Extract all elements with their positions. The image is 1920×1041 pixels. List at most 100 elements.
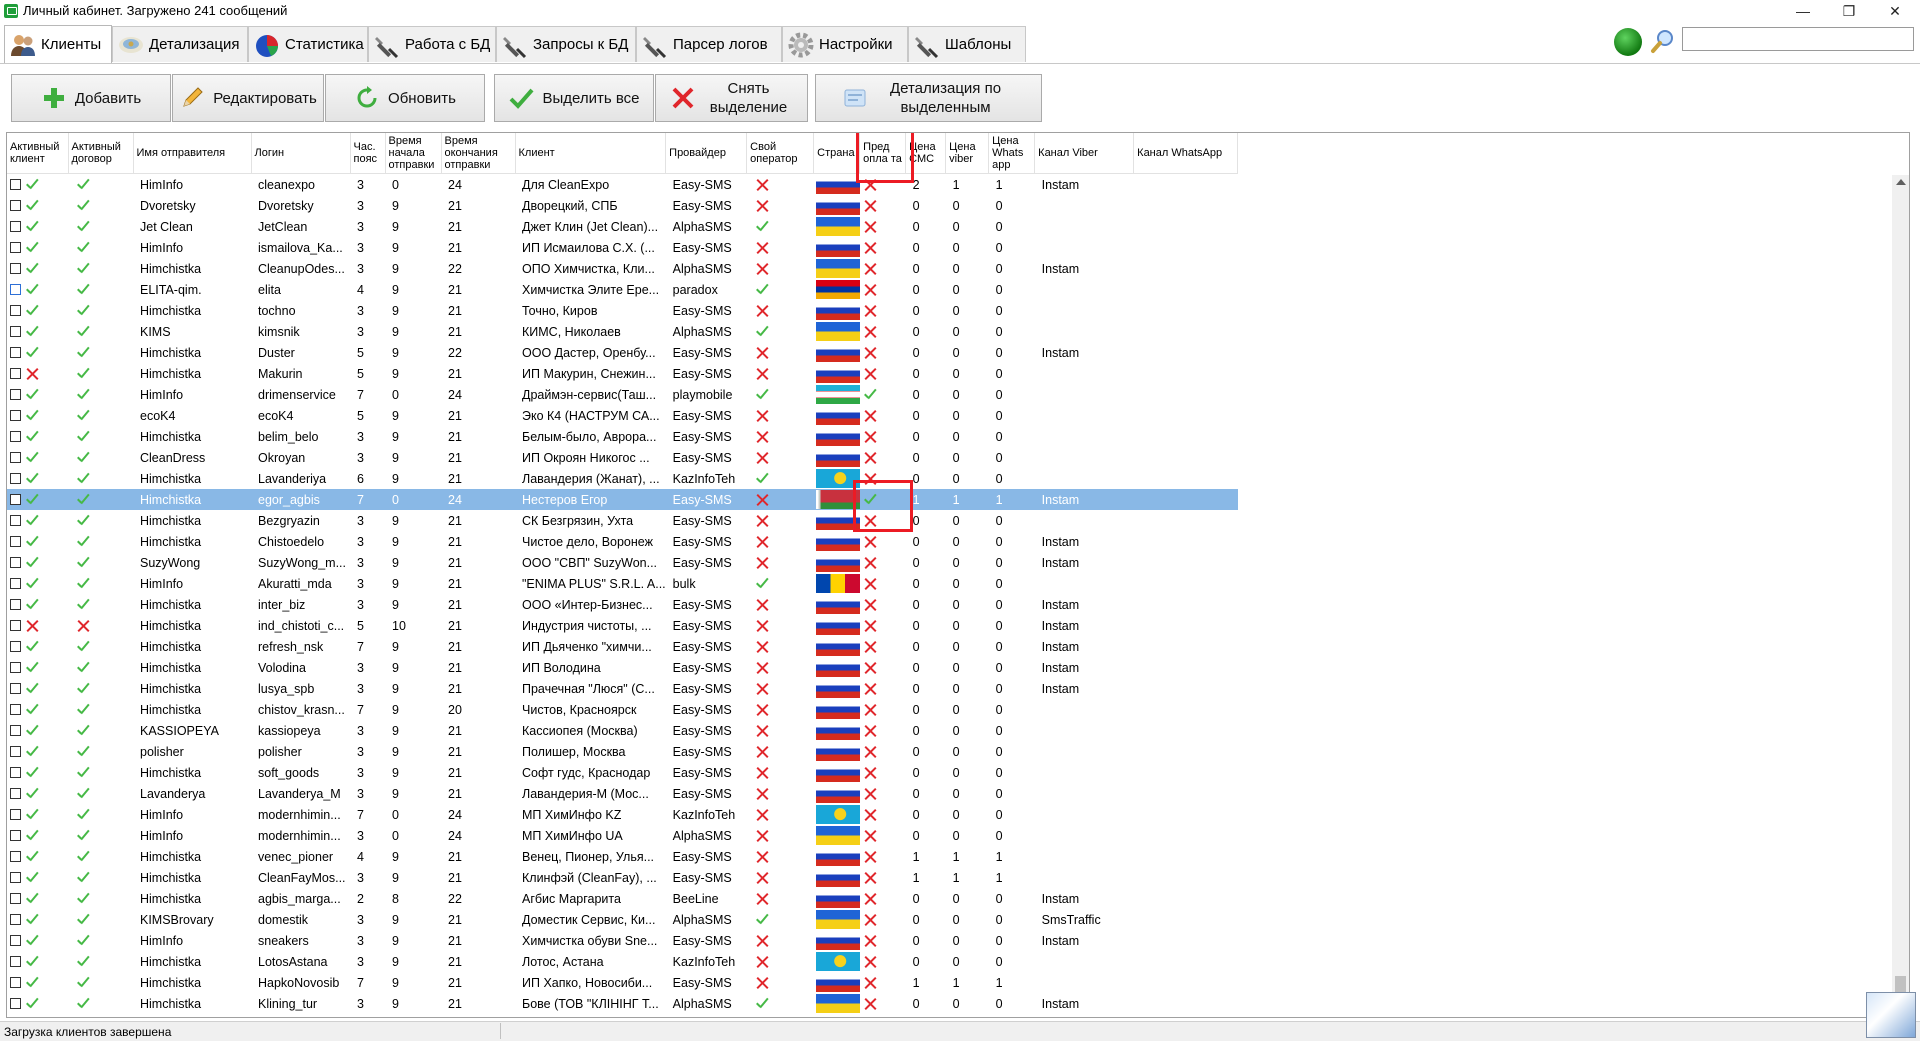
row-checkbox[interactable] <box>10 956 21 968</box>
table-row[interactable]: HimInfo cleanexpo 3 0 24 Для CleanExpo Easy-SM… <box>7 174 1238 196</box>
row-checkbox[interactable] <box>10 683 21 695</box>
table-row[interactable]: HimInfo modernhimin... 3 0 24 МП ХимИнфо UA Al… <box>7 825 1238 846</box>
row-checkbox[interactable] <box>10 641 21 653</box>
column-header[interactable]: Активный клиент <box>7 133 69 174</box>
column-header[interactable]: Цена viber <box>945 133 990 174</box>
row-checkbox[interactable] <box>10 263 21 275</box>
row-checkbox[interactable] <box>10 242 21 254</box>
row-checkbox[interactable] <box>10 431 21 443</box>
vertical-scrollbar[interactable] <box>1892 175 1909 1017</box>
row-checkbox[interactable] <box>10 368 21 380</box>
table-row[interactable]: HimInfo sneakers 3 9 21 Химчистка обуви Sne..… <box>7 930 1238 951</box>
row-checkbox[interactable] <box>10 704 21 716</box>
table-row[interactable]: Himchistka soft_goods 3 9 21 Софт гудс, Красн… <box>7 762 1238 783</box>
row-checkbox[interactable] <box>10 935 21 947</box>
edit-button[interactable]: Редактировать <box>172 74 324 122</box>
table-row[interactable]: ecoK4 ecoK4 5 9 21 Эко К4 (НАСТРУМ СА... Easy-… <box>7 405 1238 426</box>
row-checkbox[interactable] <box>10 494 21 506</box>
column-header[interactable]: Цена Whats app <box>988 133 1036 174</box>
row-checkbox[interactable] <box>10 725 21 737</box>
table-row[interactable]: Himchistka Bezgryazin 3 9 21 СК Безгрязин, Ух… <box>7 510 1238 531</box>
row-checkbox[interactable] <box>10 347 21 359</box>
row-checkbox[interactable] <box>10 893 21 905</box>
table-row[interactable]: HimInfo drimenservice 7 0 24 Драймэн-сервис(Т… <box>7 384 1238 405</box>
column-header[interactable]: Канал Viber <box>1034 133 1135 174</box>
table-row[interactable]: KIMSBrovary domestik 3 9 21 Доместик Сервис, … <box>7 909 1238 930</box>
minimize-button[interactable]: — <box>1780 0 1826 22</box>
table-row[interactable]: Himchistka inter_biz 3 9 21 ООО «Интер-Бизнес… <box>7 594 1238 615</box>
tab-db-queries[interactable]: Запросы к БД <box>496 26 636 62</box>
table-row[interactable]: KIMS kimsnik 3 9 21 КИМС, Николаев AlphaSMS 0 0 0 <box>7 321 1238 342</box>
row-checkbox[interactable] <box>10 305 21 317</box>
table-row[interactable]: HimInfo modernhimin... 7 0 24 МП ХимИнфо KZ Ka… <box>7 804 1238 825</box>
table-row[interactable]: Dvoretsky Dvoretsky 3 9 21 Дворецкий, СПБ Easy… <box>7 195 1238 216</box>
row-checkbox[interactable] <box>10 179 21 191</box>
row-checkbox[interactable] <box>10 788 21 800</box>
table-row[interactable]: Himchistka egor_agbis 7 0 24 Нестеров Егор Eas… <box>7 489 1238 510</box>
column-header[interactable]: Время окончания отправки <box>441 133 516 174</box>
row-checkbox[interactable] <box>10 410 21 422</box>
tab-templates[interactable]: Шаблоны <box>908 26 1026 62</box>
table-row[interactable]: Himchistka belim_belo 3 9 21 Белым-было, Авро… <box>7 426 1238 447</box>
tab-statistics[interactable]: Статистика <box>248 26 368 62</box>
row-checkbox[interactable] <box>10 326 21 338</box>
row-checkbox[interactable] <box>10 998 21 1010</box>
table-row[interactable]: Himchistka CleanFayMos... 3 9 21 Клинфэй (Cle… <box>7 867 1238 888</box>
row-checkbox[interactable] <box>10 914 21 926</box>
row-checkbox[interactable] <box>10 746 21 758</box>
tab-db-work[interactable]: Работа с БД <box>368 26 496 62</box>
search-icon[interactable] <box>1650 28 1676 54</box>
row-checkbox[interactable] <box>10 473 21 485</box>
row-checkbox[interactable] <box>10 977 21 989</box>
row-checkbox[interactable] <box>10 830 21 842</box>
table-row[interactable]: Himchistka ind_chistoti_c... 5 10 21 Индустри… <box>7 615 1238 636</box>
detail-selected-button[interactable]: Детализация по выделенным <box>815 74 1042 122</box>
table-row[interactable]: Himchistka Lavanderiya 6 9 21 Лавандерия (Жан… <box>7 468 1238 489</box>
search-input[interactable] <box>1682 27 1914 51</box>
tab-settings[interactable]: Настройки <box>782 26 908 62</box>
table-row[interactable]: Himchistka Makurin 5 9 21 ИП Макурин, Снежин.… <box>7 363 1238 384</box>
row-checkbox[interactable] <box>10 284 21 296</box>
row-checkbox[interactable] <box>10 515 21 527</box>
row-checkbox[interactable] <box>10 662 21 674</box>
table-row[interactable]: SuzyWong SuzyWong_m... 3 9 21 ООО "СВП" SuzyW… <box>7 552 1238 573</box>
row-checkbox[interactable] <box>10 767 21 779</box>
row-checkbox[interactable] <box>10 809 21 821</box>
row-checkbox[interactable] <box>10 599 21 611</box>
row-checkbox[interactable] <box>10 557 21 569</box>
deselect-button[interactable]: Снять выделение <box>655 74 808 122</box>
column-header[interactable]: Время начала отправки <box>385 133 442 174</box>
row-checkbox[interactable] <box>10 389 21 401</box>
table-row[interactable]: Himchistka HapkoNovosib 7 9 21 ИП Хапко, Ново… <box>7 972 1238 993</box>
row-checkbox[interactable] <box>10 620 21 632</box>
row-checkbox[interactable] <box>10 851 21 863</box>
table-row[interactable]: ELITA-qim. elita 4 9 21 Химчистка Элите Ере..… <box>7 279 1238 300</box>
row-checkbox[interactable] <box>10 200 21 212</box>
scroll-up-icon[interactable] <box>1896 179 1906 185</box>
table-row[interactable]: Himchistka CleanupOdes... 3 9 22 ОПО Химчистк… <box>7 258 1238 279</box>
table-row[interactable]: Himchistka tochno 3 9 21 Точно, Киров Easy-SMS… <box>7 300 1238 321</box>
tab-details[interactable]: Детализация <box>112 26 248 62</box>
column-header[interactable]: Провайдер <box>665 133 748 174</box>
column-header[interactable]: Страна <box>813 133 861 174</box>
column-header[interactable]: Канал WhatsApp <box>1133 133 1239 174</box>
table-row[interactable]: KASSIOPEYA kassiopeya 3 9 21 Кассиопея (Москв… <box>7 720 1238 741</box>
table-row[interactable]: Lavanderya Lavanderya_M 3 9 21 Лавандерия-М (… <box>7 783 1238 804</box>
tab-clients[interactable]: Клиенты <box>4 25 112 63</box>
column-header[interactable]: Час. пояс <box>350 133 386 174</box>
table-row[interactable]: polisher polisher 3 9 21 Полишер, Москва Easy-… <box>7 741 1238 762</box>
table-row[interactable]: Himchistka Volodina 3 9 21 ИП Володина Easy-SM… <box>7 657 1238 678</box>
column-header[interactable]: Свой оператор <box>746 133 815 174</box>
table-row[interactable]: Himchistka Duster 5 9 22 ООО Дастер, Оренбу..… <box>7 342 1238 363</box>
table-row[interactable]: CleanDress Okroyan 3 9 21 ИП Окроян Никогос .… <box>7 447 1238 468</box>
row-checkbox[interactable] <box>10 536 21 548</box>
table-row[interactable]: Himchistka Klining_tur 3 9 21 Бове (ТОВ "КЛІН… <box>7 993 1238 1014</box>
column-header[interactable]: Клиент <box>515 133 667 174</box>
maximize-button[interactable]: ❐ <box>1826 0 1872 22</box>
tab-log-parser[interactable]: Парсер логов <box>636 26 782 62</box>
row-checkbox[interactable] <box>10 452 21 464</box>
table-row[interactable]: Himchistka agbis_marga... 2 8 22 Агбис Маргар… <box>7 888 1238 909</box>
table-row[interactable]: HimInfo Akuratti_mda 3 9 21 "ENIMA PLUS" S.R.… <box>7 573 1238 594</box>
table-row[interactable]: HimInfo ismailova_Ka... 3 9 21 ИП Исмаилова С… <box>7 237 1238 258</box>
table-row[interactable]: Himchistka refresh_nsk 7 9 21 ИП Дьяченко "хи… <box>7 636 1238 657</box>
